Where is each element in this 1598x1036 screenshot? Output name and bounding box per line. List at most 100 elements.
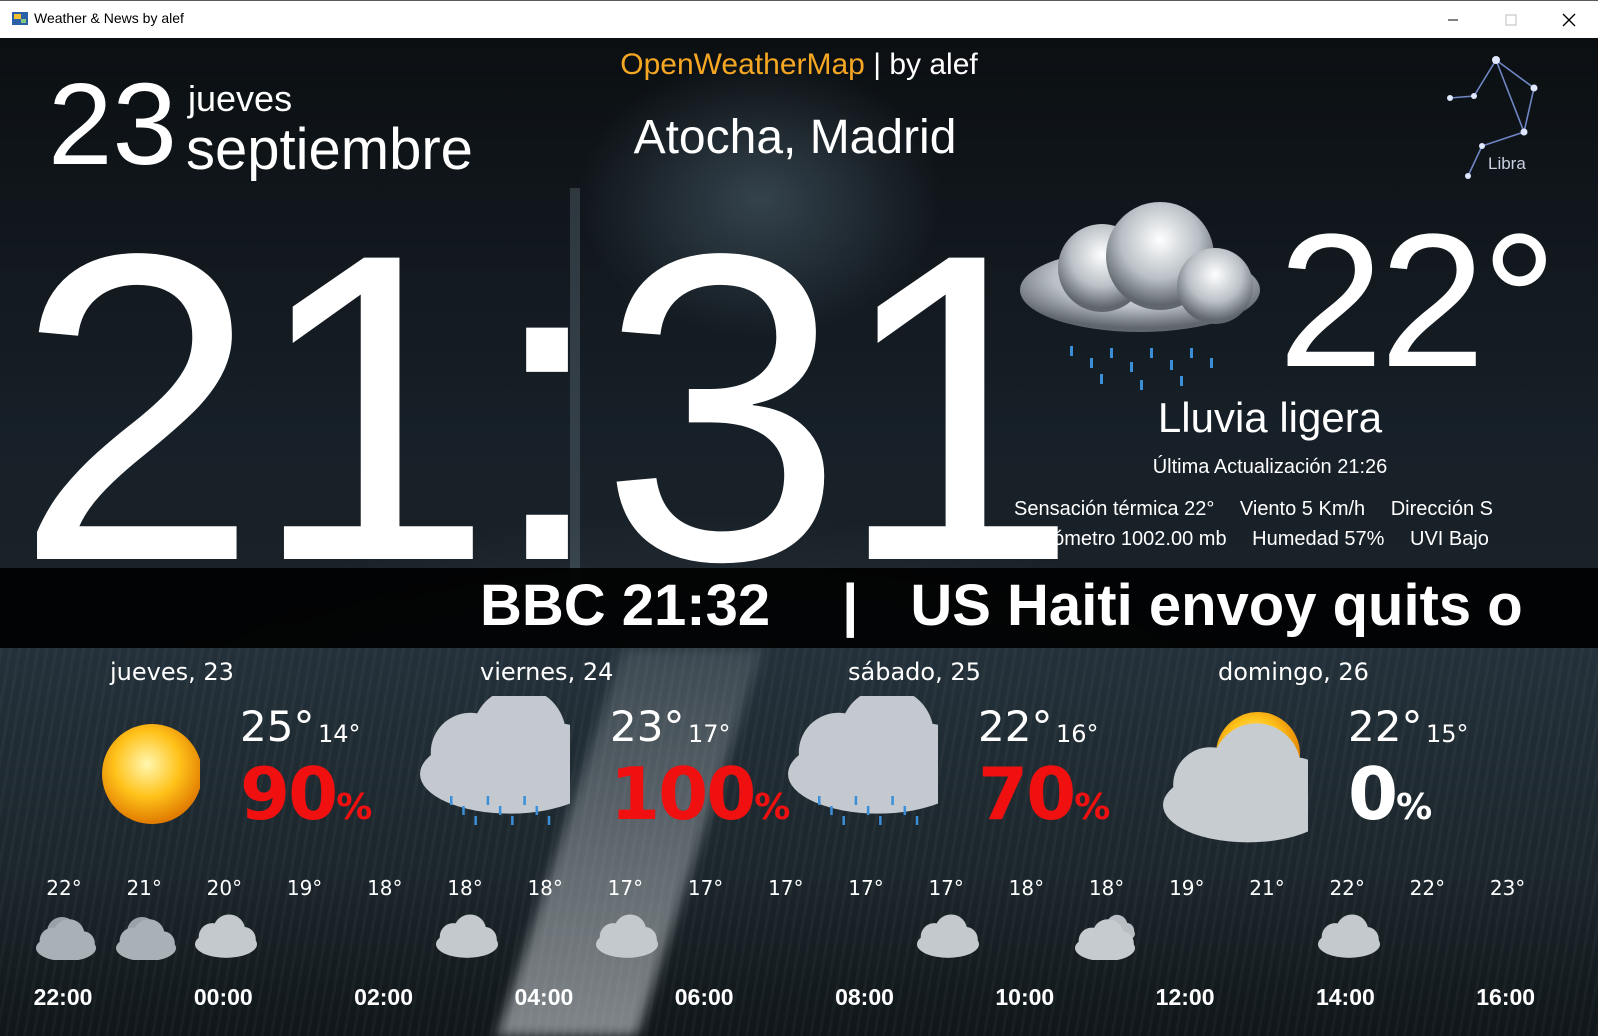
hourly-time: 06:00 [674,984,734,1010]
rain-cloud-icon [1020,202,1260,390]
hourly-time: 14:00 [1315,984,1375,1010]
provider-header: OpenWeatherMap | by alef [0,48,1598,82]
forecast-low-temp: 14° [318,720,361,748]
cloud-icon [1318,914,1381,958]
minimize-icon [1448,19,1458,21]
forecast-day-label: sábado, 25 [848,658,981,686]
maximize-icon [1505,14,1517,26]
hourly-temp: 22° [1329,876,1365,900]
clouds-icon [1074,914,1135,960]
cloud-icon [195,914,258,958]
news-source-time: BBC 21:32 [480,573,771,638]
current-details-row-2: Barómetro 1002.00 mb Humedad 57% UVI Baj… [1022,528,1509,551]
rain-cloud-icon [788,696,938,825]
forecast-day: domingo, 26 22° 15° 0% [1108,658,1478,868]
window-titlebar: Weather & News by alef [0,0,1598,38]
feels-like: Sensación térmica 22° [1014,498,1215,520]
hourly-temp: 23° [1489,876,1526,900]
hourly-temp: 21° [126,876,162,900]
hourly-temp: 17° [768,876,804,900]
location-name: Atocha, Madrid [633,111,957,164]
forecast-precip-probability: 90% [240,752,372,836]
hourly-forecast: 22° 21° 20° 19° 18° 18° 18° 17° 17° 17° 17° 17° 18° 1… [0,872,1598,1036]
humidity: Humedad 57% [1252,528,1385,550]
moon-cloud-icon [36,917,96,960]
forecast-low-temp: 17° [688,720,731,748]
hourly-time: 22:00 [33,984,93,1010]
current-temperature: 22° [1278,195,1557,407]
forecast-day-label: jueves, 23 [110,658,234,686]
uv-index: UVI Bajo [1410,528,1489,550]
precip-unit: % [1396,787,1432,828]
hourly-time: 00:00 [193,984,253,1010]
maximize-button[interactable] [1482,1,1540,39]
hourly-temp: 17° [607,876,644,900]
hourly-time: 16:00 [1476,984,1536,1010]
precip-unit: % [1074,787,1110,828]
cloud-icon [436,914,498,958]
hourly-temp: 20° [206,876,243,900]
forecast-high-temp: 22° [978,702,1053,751]
precip-value: 0 [1348,752,1398,836]
forecast-precip-probability: 70% [978,752,1110,836]
current-details-row-1: Sensación térmica 22° Viento 5 Km/h Dire… [1014,498,1513,521]
hourly-time: 12:00 [1155,984,1215,1010]
provider-name: OpenWeatherMap [620,48,865,81]
zodiac-label: Libra [1488,154,1526,173]
moon-cloud-icon [116,917,177,960]
author-credit: by alef [889,48,978,81]
hourly-time: 10:00 [995,984,1055,1010]
forecast-high-temp: 23° [610,702,685,751]
hourly-temp: 18° [447,876,483,900]
hourly-temp: 17° [928,876,964,900]
hourly-time: 04:00 [514,984,574,1010]
hourly-temp: 19° [286,876,323,900]
close-icon [1562,13,1576,27]
wind-direction: Dirección S [1390,498,1493,520]
current-description: Lluvia ligera [1157,394,1383,441]
wind-speed: Viento 5 Km/h [1239,498,1366,520]
cloud-icon [596,914,659,958]
forecast-day: sábado, 25 22° 16° 70% [738,658,1110,868]
hourly-temp: 18° [367,876,403,900]
date-weekday: jueves [188,78,293,119]
precip-value: 100 [610,752,756,836]
news-headline: US Haiti envoy quits o [910,573,1523,638]
hourly-temp: 22° [46,876,82,900]
last-updated: Última Actualización 21:26 [1152,456,1388,478]
close-button[interactable] [1540,1,1598,39]
hourly-temp: 18° [527,876,563,900]
weather-dashboard: OpenWeatherMap | by alef Atocha, Madrid … [0,38,1598,1036]
pressure: Barómetro 1002.00 mb [1022,528,1227,550]
minimize-button[interactable] [1424,1,1482,39]
forecast-day-label: viernes, 24 [480,658,614,686]
news-ticker-text: BBC 21:32 | US Haiti envoy quits o [480,572,1523,639]
forecast-day: jueves, 23 25° 14° 90% [0,658,372,868]
app-icon [12,12,28,25]
hourly-temp: 18° [1008,876,1045,900]
hourly-temp: 18° [1088,876,1125,900]
hourly-temp: 17° [848,876,884,900]
precip-value: 70 [978,752,1076,836]
forecast-high-temp: 25° [240,702,315,751]
hourly-time: 08:00 [835,984,894,1010]
news-ticker: BBC 21:32 | US Haiti envoy quits o [0,568,1598,648]
forecast-low-temp: 15° [1426,720,1469,748]
forecast-precip-probability: 0% [1348,752,1432,836]
rain-cloud-icon [420,696,570,825]
precip-unit: % [336,787,372,828]
sun-icon [102,724,200,824]
precip-value: 90 [240,752,338,836]
news-separator: | [842,573,859,638]
provider-separator: | [873,48,881,81]
window-title: Weather & News by alef [34,10,184,26]
hourly-temp: 17° [687,876,724,900]
clock-time: 21:31 [15,162,1079,652]
partly-cloudy-icon [1163,712,1308,843]
hourly-temp: 21° [1249,876,1285,900]
forecast-day: viernes, 24 23° 17° 100% [370,658,790,868]
forecast-day-label: domingo, 26 [1218,658,1369,686]
forecast-high-temp: 22° [1348,702,1423,751]
hourly-temp: 19° [1169,876,1205,900]
cloud-icon [917,914,980,958]
